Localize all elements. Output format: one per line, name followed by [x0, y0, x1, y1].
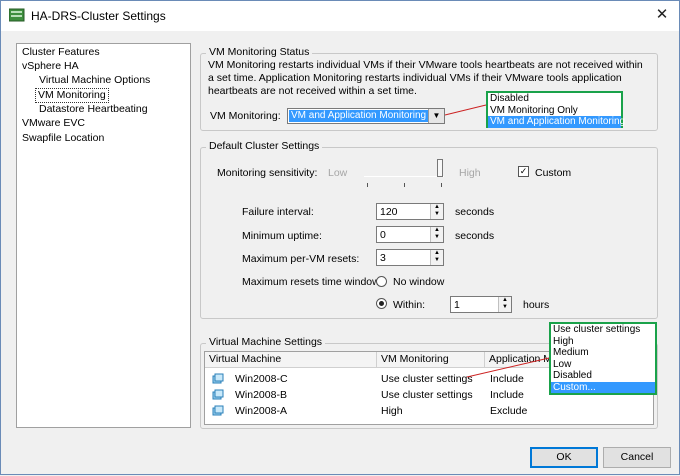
row-option-disabled[interactable]: Disabled — [551, 370, 655, 382]
spinner-arrows-icon[interactable]: ▲ ▼ — [498, 297, 511, 312]
vm-row-app[interactable]: Exclude — [490, 405, 527, 417]
vm-monitoring-status-label: VM Monitoring Status — [206, 46, 313, 58]
sensitivity-label: Monitoring sensitivity: — [217, 167, 318, 179]
settings-tree: Cluster Features vSphere HA Virtual Mach… — [16, 43, 191, 428]
window-title: HA-DRS-Cluster Settings — [31, 9, 166, 23]
row-option-use-cluster[interactable]: Use cluster settings — [551, 324, 655, 336]
max-resets-label: Maximum per-VM resets: — [242, 253, 360, 265]
column-header-vm-monitoring[interactable]: VM Monitoring — [377, 352, 485, 368]
vm-settings-label: Virtual Machine Settings — [206, 336, 326, 348]
tree-item-datastore-heartbeating[interactable]: Datastore Heartbeating — [37, 103, 150, 116]
vm-monitoring-combo-value: VM and Application Monitoring — [289, 110, 429, 122]
within-hours-unit: hours — [523, 299, 550, 311]
virtual-machine-icon — [212, 389, 224, 400]
chevron-down-icon[interactable]: ▼ — [428, 109, 444, 123]
vm-row-monitoring[interactable]: Use cluster settings — [381, 373, 473, 385]
column-header-vm[interactable]: Virtual Machine — [205, 352, 377, 368]
virtual-machine-icon — [212, 373, 224, 384]
row-option-custom[interactable]: Custom... — [551, 381, 655, 393]
vm-monitoring-option-vm-app[interactable]: VM and Application Monitoring — [488, 116, 625, 128]
failure-interval-unit: seconds — [455, 206, 495, 218]
within-hours-spinner[interactable]: 1 ▲ ▼ — [450, 296, 512, 313]
slider-tick — [367, 183, 368, 187]
cancel-button[interactable]: Cancel — [603, 447, 671, 468]
vm-row-monitoring[interactable]: Use cluster settings — [381, 389, 473, 401]
vm-row-name[interactable]: Win2008-B — [235, 389, 287, 401]
no-window-label: No window — [393, 276, 445, 288]
default-cluster-settings-label: Default Cluster Settings — [206, 140, 323, 152]
row-option-low[interactable]: Low — [551, 359, 655, 371]
spinner-arrows-icon[interactable]: ▲ ▼ — [430, 227, 443, 242]
row-option-high[interactable]: High — [551, 336, 655, 348]
tree-item-vm-monitoring[interactable]: VM Monitoring — [35, 88, 109, 103]
sensitivity-low-label: Low — [328, 167, 348, 179]
min-uptime-spinner[interactable]: 0 ▲ ▼ — [376, 226, 444, 243]
vm-monitoring-dropdown-list: Disabled VM Monitoring Only VM and Appli… — [486, 91, 625, 128]
failure-interval-spinner[interactable]: 120 ▲ ▼ — [376, 203, 444, 220]
vm-monitoring-field-label: VM Monitoring: — [210, 110, 281, 122]
within-hours-value: 1 — [454, 299, 460, 311]
cluster-app-icon — [9, 8, 25, 22]
slider-tick — [441, 183, 442, 187]
failure-interval-label: Failure interval: — [242, 206, 314, 218]
within-label: Within: — [393, 299, 426, 311]
tree-item-swapfile-location[interactable]: Swapfile Location — [20, 132, 106, 145]
title-bar: HA-DRS-Cluster Settings ✕ — [1, 1, 679, 31]
tree-item-vsphere-ha[interactable]: vSphere HA — [20, 60, 81, 73]
vm-row-app[interactable]: Include — [490, 389, 524, 401]
custom-label: Custom — [535, 167, 572, 179]
no-window-radio[interactable] — [376, 276, 387, 287]
sensitivity-slider-track — [364, 176, 444, 177]
resets-window-label: Maximum resets time window: — [242, 276, 383, 288]
vm-monitoring-option-disabled[interactable]: Disabled — [488, 93, 621, 105]
max-resets-value: 3 — [380, 252, 386, 264]
settings-dialog: HA-DRS-Cluster Settings ✕ Cluster Featur… — [0, 0, 680, 475]
tree-item-cluster-features[interactable]: Cluster Features — [20, 46, 102, 59]
vm-row-monitoring[interactable]: High — [381, 405, 403, 417]
custom-checkbox[interactable]: ✓ — [518, 166, 529, 177]
slider-tick — [404, 183, 405, 187]
vm-monitoring-combo[interactable]: VM and Application Monitoring ▼ — [287, 108, 445, 124]
ok-button[interactable]: OK — [530, 447, 598, 468]
spinner-arrows-icon[interactable]: ▲ ▼ — [430, 204, 443, 219]
spinner-arrows-icon[interactable]: ▲ ▼ — [430, 250, 443, 265]
vm-monitoring-option-vm-only[interactable]: VM Monitoring Only — [488, 105, 621, 117]
vm-row-app[interactable]: Include — [490, 373, 524, 385]
close-icon[interactable]: ✕ — [651, 5, 673, 25]
sensitivity-high-label: High — [459, 167, 481, 179]
vm-monitoring-row-dropdown: Use cluster settings High Medium Low Dis… — [549, 322, 657, 395]
vm-row-name[interactable]: Win2008-A — [235, 405, 287, 417]
min-uptime-value: 0 — [380, 229, 386, 241]
vm-row-name[interactable]: Win2008-C — [235, 373, 288, 385]
virtual-machine-icon — [212, 405, 224, 416]
min-uptime-label: Minimum uptime: — [242, 230, 322, 242]
sensitivity-slider-thumb[interactable] — [437, 159, 443, 177]
tree-item-vmware-evc[interactable]: VMware EVC — [20, 117, 87, 130]
within-radio[interactable] — [376, 298, 387, 309]
row-option-medium[interactable]: Medium — [551, 347, 655, 359]
max-resets-spinner[interactable]: 3 ▲ ▼ — [376, 249, 444, 266]
min-uptime-unit: seconds — [455, 230, 495, 242]
failure-interval-value: 120 — [380, 206, 398, 218]
tree-item-vm-options[interactable]: Virtual Machine Options — [37, 74, 152, 87]
